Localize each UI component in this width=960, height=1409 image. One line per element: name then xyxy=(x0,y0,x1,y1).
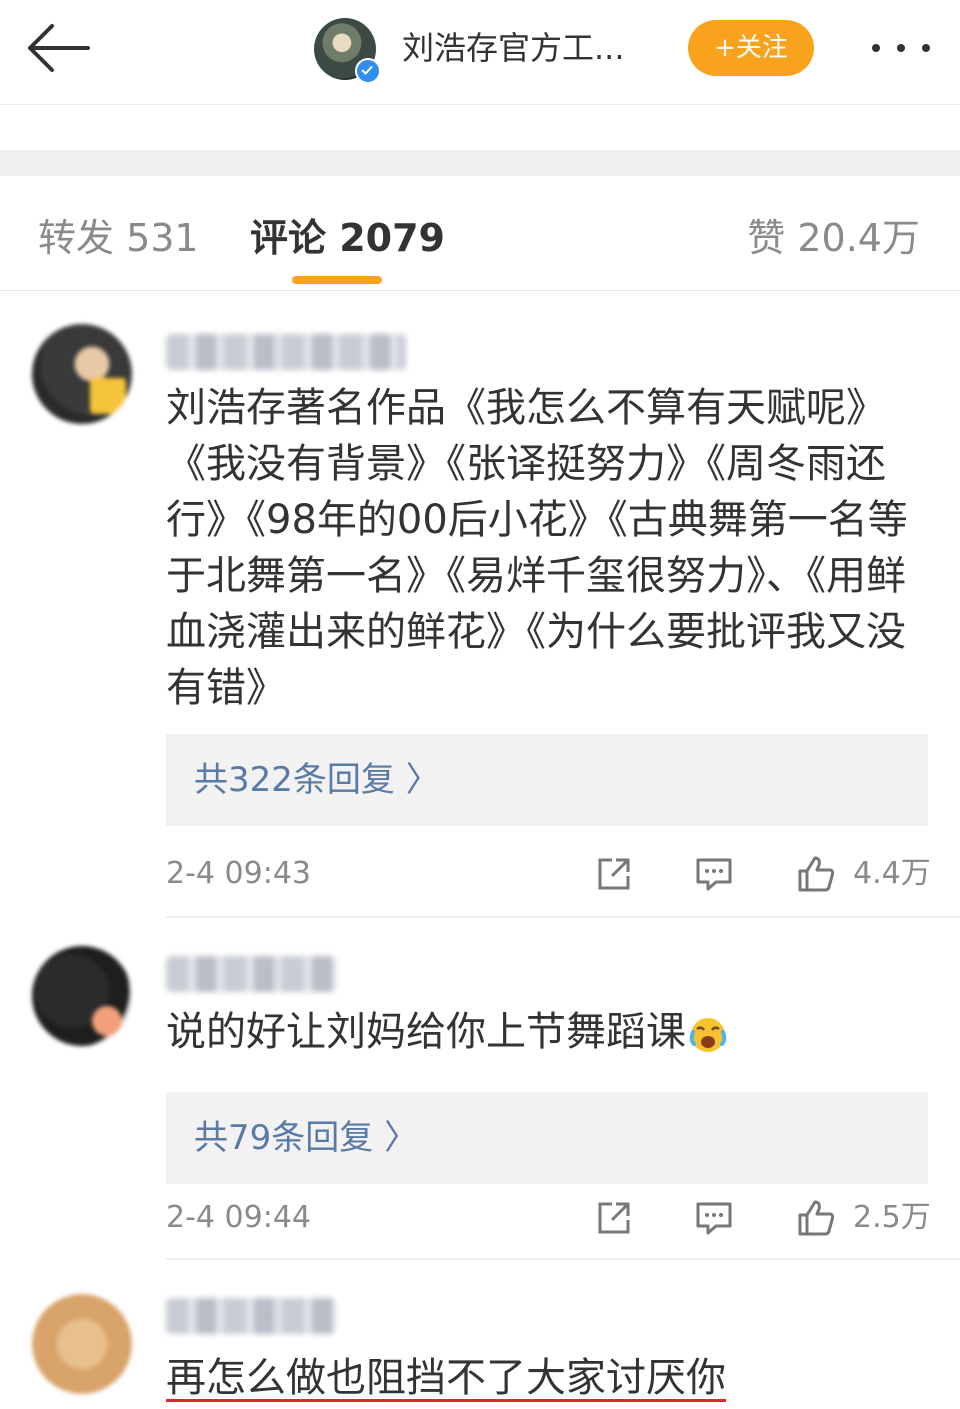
commenter-name-blurred[interactable] xyxy=(166,334,406,370)
like-thumb-icon[interactable] xyxy=(796,854,836,894)
replies-link[interactable]: 共322条回复 〉 xyxy=(166,734,928,826)
share-icon[interactable] xyxy=(594,1198,634,1238)
top-nav-bar: 刘浩存官方工... +关注 xyxy=(0,0,960,105)
comment-icon[interactable] xyxy=(694,1198,734,1238)
active-tab-indicator xyxy=(292,276,382,284)
comment-meta: 2-4 09:43 4.4万 xyxy=(0,854,960,894)
more-dots-icon[interactable] xyxy=(868,30,934,66)
verified-badge-icon xyxy=(355,58,381,84)
interaction-tabs: 转发 531 评论 2079 赞 20.4万 xyxy=(0,176,960,291)
commenter-avatar[interactable] xyxy=(32,324,132,424)
commenter-name-blurred[interactable] xyxy=(166,956,336,992)
comment-divider xyxy=(166,1258,960,1260)
crying-laughing-emoji-icon xyxy=(689,1018,727,1052)
commenter-avatar[interactable] xyxy=(32,946,132,1046)
replies-count: 共322条回复 〉 xyxy=(194,760,440,800)
like-thumb-icon[interactable] xyxy=(796,1198,836,1238)
tab-likes[interactable]: 赞 20.4万 xyxy=(747,214,920,262)
like-count: 2.5万 xyxy=(853,1200,931,1235)
comment-text-line: 再怎么做也阻挡不了大家讨厌你 xyxy=(166,1350,926,1406)
comment-meta: 2-4 09:44 2.5万 xyxy=(0,1198,960,1238)
comment-time: 2-4 09:43 xyxy=(166,856,311,891)
comment-text: 再怎么做也阻挡不了大家讨厌你 xyxy=(166,1355,726,1401)
comment-divider xyxy=(166,916,960,918)
share-icon[interactable] xyxy=(594,854,634,894)
comment-text: 刘浩存著名作品《我怎么不算有天赋呢》《我没有背景》《张译挺努力》《周冬雨还行》《… xyxy=(166,385,908,711)
like-count: 4.4万 xyxy=(853,856,931,891)
commenter-name-blurred[interactable] xyxy=(166,1298,336,1334)
comment-icon[interactable] xyxy=(694,854,734,894)
comment-time: 2-4 09:44 xyxy=(166,1200,311,1235)
back-arrow-icon[interactable] xyxy=(22,20,94,76)
replies-link[interactable]: 共79条回复 〉 xyxy=(166,1092,928,1184)
comment-text: 说的好让刘妈给你上节舞蹈课 xyxy=(166,1009,686,1055)
comment-text-line: 说的好让刘妈给你上节舞蹈课 xyxy=(166,1004,926,1060)
replies-count: 共79条回复 〉 xyxy=(194,1118,419,1158)
tab-repost[interactable]: 转发 531 xyxy=(38,214,199,262)
tab-comments[interactable]: 评论 2079 xyxy=(250,214,445,262)
account-name[interactable]: 刘浩存官方工... xyxy=(402,24,642,72)
commenter-avatar[interactable] xyxy=(32,1294,132,1394)
section-separator xyxy=(0,150,960,176)
follow-button[interactable]: +关注 xyxy=(688,20,814,76)
